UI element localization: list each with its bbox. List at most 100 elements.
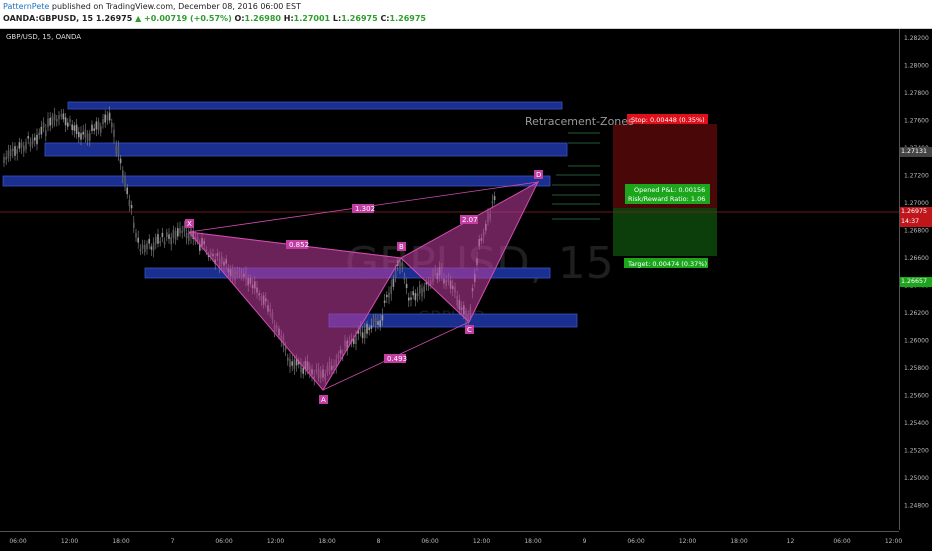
candle-body [412, 291, 414, 296]
candle-body [155, 236, 157, 244]
candle-body [419, 284, 421, 294]
candle-body [137, 237, 139, 243]
candle-body [408, 297, 410, 301]
retracement-zones-label: Retracement-Zones [525, 115, 634, 128]
candle-body [150, 246, 153, 250]
target-label: Target: 0.00474 (0.37%) [627, 260, 707, 268]
candle-body [403, 276, 406, 280]
candle-body [361, 332, 364, 339]
candle-body [53, 114, 56, 121]
candle-body [390, 286, 392, 294]
candle-body [179, 227, 181, 234]
quote-line: OANDA:GBPUSD, 15 1.26975 ▲ +0.00719 (+0.… [3, 14, 426, 23]
time-tick: 06:00 [627, 538, 644, 545]
publish-text: published on TradingView.com, December 0… [51, 2, 301, 11]
candle-body [117, 146, 120, 154]
candle-body [289, 358, 291, 368]
candle-body [3, 156, 5, 164]
point-b: B [399, 243, 404, 251]
candle-body [25, 142, 27, 150]
candle-body [9, 148, 12, 156]
candle-body [97, 121, 100, 131]
change-value: +0.00719 (+0.57%) [144, 14, 232, 23]
close-label: C: [380, 14, 390, 23]
candle-body [293, 359, 296, 369]
candle-body [177, 228, 179, 237]
point-c: C [467, 326, 472, 334]
candle-body [42, 122, 45, 128]
candle-body [126, 187, 128, 195]
point-a: A [321, 396, 326, 404]
chart-header: PatternPete published on TradingView.com… [0, 0, 932, 29]
candle-body [7, 150, 10, 159]
candle-body [31, 138, 34, 145]
price-badge-zone: 1.27131 [900, 147, 932, 157]
candle-body [159, 240, 161, 244]
candle-body [379, 320, 381, 327]
candle-body [86, 133, 89, 142]
price-chart[interactable]: GBPUSD, 15 GBPUSD Stop: 0.00448 (0.35%) … [0, 29, 932, 550]
candle-body [381, 315, 384, 321]
up-arrow-icon: ▲ [135, 14, 142, 23]
rr-label: Risk/Reward Ratio: 1.06 [628, 195, 705, 203]
candle-body [36, 134, 38, 145]
candle-body [377, 321, 379, 325]
candle-body [62, 113, 65, 120]
candle-body [119, 158, 122, 164]
candle-body [58, 115, 60, 120]
candle-body [106, 114, 109, 121]
candle-body [355, 335, 357, 345]
candle-body [139, 248, 142, 252]
time-tick: 18:00 [318, 538, 335, 545]
candle-body [372, 318, 375, 322]
author-link[interactable]: PatternPete [3, 2, 49, 11]
zone-1[interactable] [67, 101, 563, 110]
candle-body [5, 157, 7, 160]
candle-body [423, 286, 425, 293]
zone-2[interactable] [44, 142, 568, 157]
candle-body [183, 225, 186, 232]
price-tick: 1.25800 [904, 365, 929, 372]
candle-body [60, 114, 62, 117]
candle-body [100, 126, 102, 133]
last-price: 1.26975 [95, 14, 133, 23]
close-value: 1.26975 [389, 14, 426, 23]
candle-body [89, 133, 91, 141]
time-tick: 06:00 [833, 538, 850, 545]
candle-body [47, 118, 49, 128]
ratio-bd: 2.07 [462, 216, 478, 224]
time-tick: 12:00 [885, 538, 902, 545]
stop-label: Stop: 0.00448 (0.35%) [631, 116, 705, 124]
candle-body [157, 234, 159, 244]
zone-3[interactable] [2, 175, 551, 187]
candle-body [51, 116, 54, 126]
time-tick: 06:00 [421, 538, 438, 545]
candle-body [135, 232, 137, 238]
candle-body [370, 325, 373, 329]
pnl-label: Opened P&L: 0.00156 [634, 186, 705, 194]
candle-body [130, 205, 133, 209]
candle-body [181, 230, 183, 233]
price-tick: 1.27600 [904, 118, 929, 125]
candle-body [375, 317, 377, 325]
candle-body [128, 199, 131, 207]
candle-body [93, 128, 95, 131]
candle-body [95, 121, 98, 130]
candle-body [414, 293, 417, 301]
candle-body [12, 148, 14, 152]
high-value: 1.27001 [293, 14, 331, 23]
candle-body [122, 170, 124, 178]
candle-body [152, 242, 155, 251]
candle-body [84, 129, 87, 138]
candle-body [29, 141, 32, 147]
publish-info: PatternPete published on TradingView.com… [3, 2, 301, 11]
candle-body [302, 367, 304, 374]
ratio-xd: 1.302 [355, 205, 375, 213]
price-badge-target: 1.26657 [900, 277, 932, 287]
candle-body [14, 146, 16, 156]
candle-body [383, 300, 386, 303]
candle-body [124, 177, 126, 187]
chart-title: GBP/USD, 15, OANDA [6, 33, 82, 41]
price-tick: 1.25000 [904, 475, 929, 482]
long-position-tool[interactable]: Stop: 0.00448 (0.35%) Opened P&L: 0.0015… [613, 114, 717, 268]
